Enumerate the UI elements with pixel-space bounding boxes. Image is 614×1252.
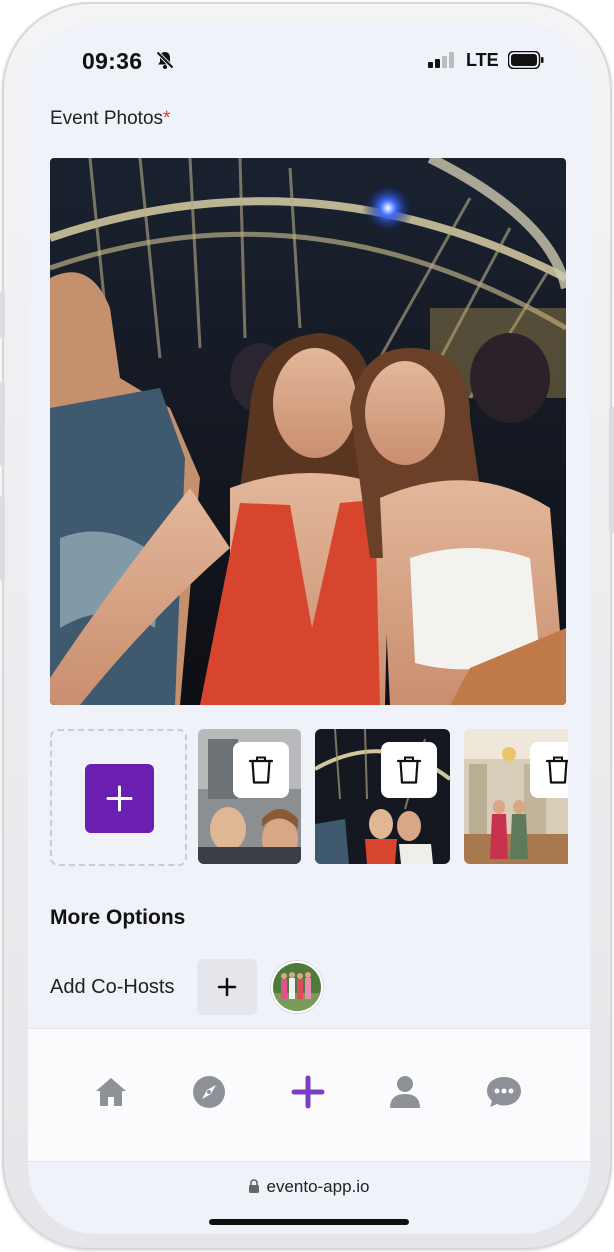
photo-thumbnail[interactable] bbox=[198, 729, 301, 864]
add-cohosts-label: Add Co-Hosts bbox=[50, 976, 175, 998]
event-photos-label-text: Event Photos bbox=[50, 108, 164, 129]
tab-profile[interactable] bbox=[382, 1069, 428, 1115]
add-photo-slot[interactable] bbox=[50, 729, 187, 866]
browser-url-bar[interactable]: evento-app.io bbox=[28, 1177, 590, 1197]
tab-create[interactable] bbox=[285, 1069, 331, 1115]
bottom-tab-bar bbox=[28, 1028, 590, 1162]
chat-icon bbox=[487, 1077, 521, 1107]
status-time: 09:36 bbox=[82, 48, 143, 74]
battery-icon bbox=[508, 51, 544, 69]
delete-photo-button[interactable] bbox=[530, 742, 568, 798]
trash-icon bbox=[248, 756, 274, 784]
more-options-title: More Options bbox=[50, 906, 186, 929]
add-cohost-button[interactable] bbox=[197, 959, 257, 1015]
volume-down-button bbox=[0, 496, 5, 580]
delete-photo-button[interactable] bbox=[381, 742, 437, 798]
cohost-avatar[interactable] bbox=[271, 961, 323, 1013]
plus-icon bbox=[217, 977, 237, 997]
tab-explore[interactable] bbox=[186, 1069, 232, 1115]
event-photos-label: Event Photos* bbox=[50, 108, 170, 130]
photo-thumbnails bbox=[50, 729, 568, 869]
phone-frame: 09:36 LTE Event Photos* More Options Add… bbox=[0, 2, 614, 1250]
photo-thumbnail[interactable] bbox=[315, 729, 450, 864]
bell-muted-icon bbox=[156, 51, 174, 69]
compass-icon bbox=[193, 1076, 225, 1108]
lock-icon bbox=[249, 1179, 260, 1193]
volume-up-button bbox=[0, 382, 5, 466]
mute-switch bbox=[0, 292, 5, 338]
network-type: LTE bbox=[466, 50, 499, 70]
home-icon bbox=[96, 1078, 126, 1106]
browser-url: evento-app.io bbox=[266, 1177, 370, 1196]
main-photo-image bbox=[50, 158, 566, 705]
trash-icon bbox=[545, 756, 568, 784]
power-button bbox=[609, 406, 614, 534]
trash-icon bbox=[396, 756, 422, 784]
home-indicator[interactable] bbox=[209, 1219, 409, 1225]
signal-icon bbox=[428, 52, 454, 68]
main-event-photo[interactable] bbox=[50, 158, 566, 705]
avatar-image bbox=[273, 963, 321, 1011]
user-icon bbox=[390, 1076, 420, 1108]
required-marker: * bbox=[163, 108, 171, 129]
plus-icon bbox=[291, 1075, 325, 1109]
screen: 09:36 LTE Event Photos* More Options Add… bbox=[28, 22, 590, 1234]
delete-photo-button[interactable] bbox=[233, 742, 289, 798]
tab-messages[interactable] bbox=[481, 1069, 527, 1115]
tab-home[interactable] bbox=[88, 1069, 134, 1115]
plus-icon bbox=[106, 785, 133, 812]
photo-thumbnail[interactable] bbox=[464, 729, 568, 864]
add-photo-button[interactable] bbox=[85, 764, 154, 833]
